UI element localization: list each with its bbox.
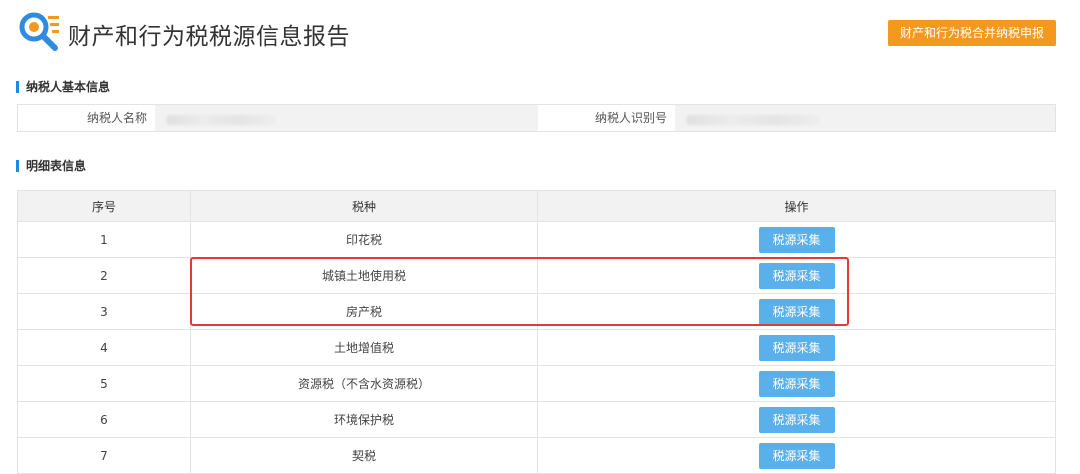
table-row: 5 资源税（不含水资源税） 税源采集 xyxy=(17,365,1056,402)
row-tax: 契税 xyxy=(190,437,538,474)
tax-source-collect-button[interactable]: 税源采集 xyxy=(758,442,835,469)
row-no: 1 xyxy=(17,221,191,258)
search-list-icon xyxy=(19,12,59,51)
table-row: 3 房产税 税源采集 xyxy=(17,293,1056,330)
row-no: 5 xyxy=(17,365,191,402)
taxpayer-name-label: 纳税人名称 xyxy=(18,105,155,131)
table-row: 6 环境保护税 税源采集 xyxy=(17,401,1056,438)
table-row: 2 城镇土地使用税 税源采集 xyxy=(17,257,1056,294)
tax-source-collect-button[interactable]: 税源采集 xyxy=(758,262,835,289)
row-no: 2 xyxy=(17,257,191,294)
row-no: 7 xyxy=(17,437,191,474)
row-tax: 资源税（不含水资源税） xyxy=(190,365,538,402)
page-header: 财产和行为税税源信息报告 财产和行为税合并纳税申报 xyxy=(0,0,1080,70)
row-no: 6 xyxy=(17,401,191,438)
column-header-tax: 税种 xyxy=(190,190,538,222)
detail-table: 序号 税种 操作 1 印花税 税源采集 2 城镇土地使用税 税源采集 3 房产税… xyxy=(17,190,1056,474)
table-row: 7 契税 税源采集 xyxy=(17,437,1056,474)
redacted-name xyxy=(167,115,275,125)
column-header-no: 序号 xyxy=(17,190,191,222)
row-tax: 房产税 xyxy=(190,293,538,330)
row-no: 4 xyxy=(17,329,191,366)
taxpayer-section-title: 纳税人基本信息 xyxy=(16,81,110,93)
tax-source-collect-button[interactable]: 税源采集 xyxy=(758,298,835,325)
taxpayer-id-field xyxy=(675,105,1055,131)
tax-source-collect-button[interactable]: 税源采集 xyxy=(758,406,835,433)
tax-source-collect-button[interactable]: 税源采集 xyxy=(758,334,835,361)
taxpayer-name-field xyxy=(155,105,538,131)
detail-section-title: 明细表信息 xyxy=(16,160,86,172)
column-header-action: 操作 xyxy=(537,190,1056,222)
table-row: 1 印花税 税源采集 xyxy=(17,221,1056,258)
table-row: 4 土地增值税 税源采集 xyxy=(17,329,1056,366)
tax-source-collect-button[interactable]: 税源采集 xyxy=(758,226,835,253)
taxpayer-id-label: 纳税人识别号 xyxy=(538,105,675,131)
row-tax: 土地增值税 xyxy=(190,329,538,366)
row-tax: 城镇土地使用税 xyxy=(190,257,538,294)
table-header-row: 序号 税种 操作 xyxy=(17,190,1056,222)
merge-declare-button[interactable]: 财产和行为税合并纳税申报 xyxy=(888,20,1056,46)
tax-source-collect-button[interactable]: 税源采集 xyxy=(758,370,835,397)
taxpayer-info-row: 纳税人名称 纳税人识别号 xyxy=(17,104,1056,132)
row-tax: 印花税 xyxy=(190,221,538,258)
row-tax: 环境保护税 xyxy=(190,401,538,438)
page-title: 财产和行为税税源信息报告 xyxy=(68,24,350,50)
row-no: 3 xyxy=(17,293,191,330)
redacted-id xyxy=(687,115,819,125)
